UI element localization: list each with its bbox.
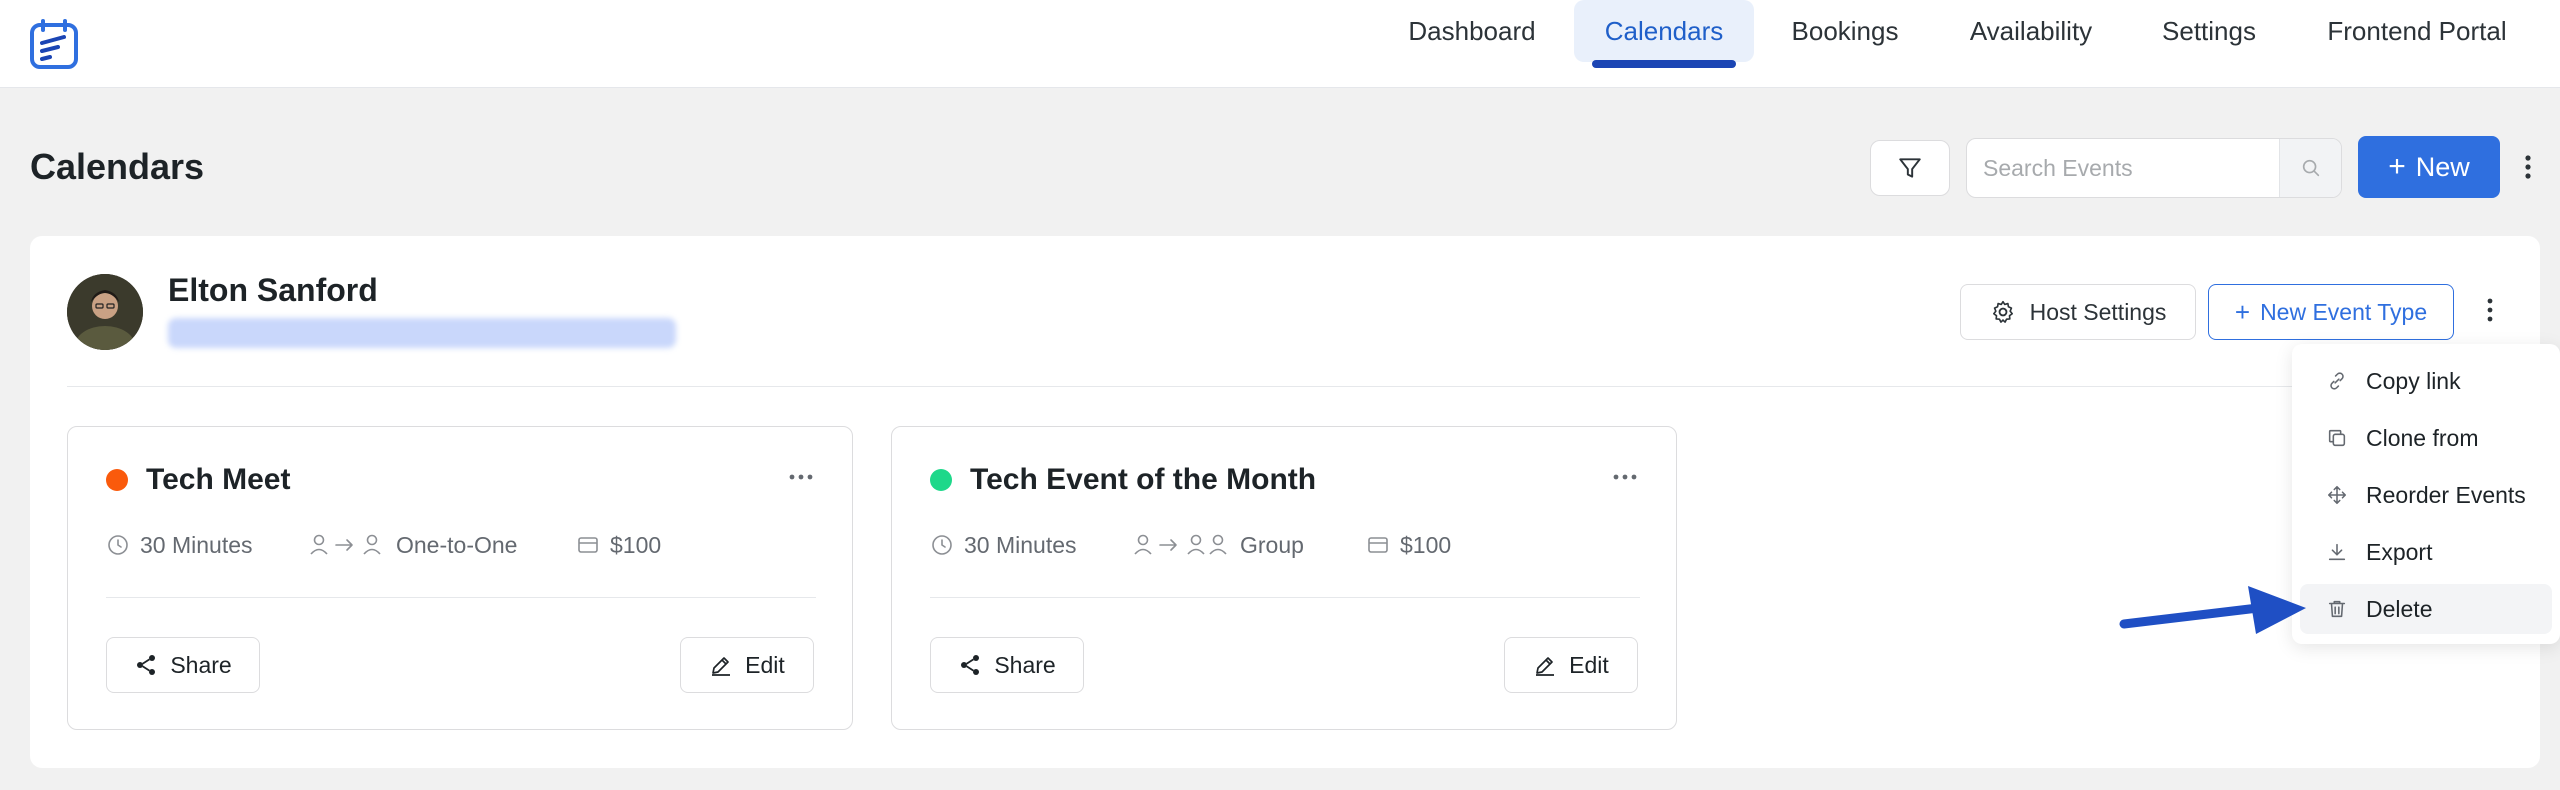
filter-icon (1899, 158, 1921, 178)
nav-item-label: Availability (1969, 16, 2093, 46)
nav-item-bookings[interactable]: Bookings (1780, 0, 1910, 62)
share-label: Share (994, 651, 1056, 678)
nav-item-frontend-portal[interactable]: Frontend Portal (2314, 0, 2520, 62)
download-icon (2328, 543, 2346, 561)
pencil-icon (712, 657, 731, 676)
search-input[interactable] (1967, 139, 2279, 197)
one-to-one-icon (310, 534, 381, 555)
host-name: Elton Sanford (168, 272, 378, 308)
event-price: $100 (1366, 531, 1451, 559)
top-navigation-bar: Dashboard Calendars Bookings Availabilit… (0, 0, 2560, 88)
menu-item-label: Delete (2366, 595, 2433, 622)
event-status-dot (106, 469, 128, 491)
edit-label: Edit (745, 651, 785, 678)
menu-item-label: Copy link (2366, 367, 2461, 394)
search-icon (2302, 159, 2319, 177)
event-card[interactable]: Tech Event of the Month 30 Minutes Group… (891, 426, 1677, 730)
event-status-dot (930, 469, 952, 491)
edit-button[interactable]: Edit (680, 637, 814, 693)
nav-item-label: Calendars (1604, 16, 1724, 46)
plus-icon: + (2234, 297, 2251, 327)
event-type-text: Group (1240, 531, 1304, 558)
nav-item-label: Frontend Portal (2327, 16, 2507, 46)
new-event-type-label: New Event Type (2260, 298, 2428, 325)
event-duration: 30 Minutes (930, 531, 1077, 559)
event-title: Tech Event of the Month (970, 463, 1317, 496)
move-icon (2327, 485, 2347, 505)
avatar (67, 274, 143, 350)
clock-icon (932, 535, 952, 555)
pencil-icon (1536, 657, 1555, 676)
search-box (1966, 138, 2342, 198)
new-event-type-button[interactable]: + New Event Type (2208, 284, 2454, 340)
share-button[interactable]: Share (106, 637, 260, 693)
nav-item-label: Bookings (1791, 16, 1899, 46)
plus-icon: + (2388, 150, 2406, 183)
page-more-options-icon[interactable] (2520, 152, 2536, 182)
event-duration: 30 Minutes (106, 531, 253, 559)
event-card[interactable]: Tech Meet 30 Minutes One-to-One $100 Sha… (67, 426, 853, 730)
clone-icon (2328, 429, 2346, 447)
duration-text: 30 Minutes (964, 531, 1077, 558)
host-settings-label: Host Settings (2029, 298, 2167, 325)
link-icon (2330, 372, 2344, 390)
nav-item-dashboard[interactable]: Dashboard (1394, 0, 1550, 62)
host-settings-button[interactable]: Host Settings (1960, 284, 2196, 340)
gear-icon (1992, 300, 2013, 323)
app-logo-icon[interactable] (28, 18, 80, 70)
menu-item-clone-from[interactable]: Clone from (2300, 413, 2552, 463)
price-text: $100 (1400, 531, 1452, 558)
nav-item-calendars[interactable]: Calendars (1574, 0, 1754, 68)
divider (106, 597, 816, 598)
ellipsis-icon[interactable] (786, 467, 816, 487)
clock-icon (108, 535, 128, 555)
edit-label: Edit (1569, 651, 1609, 678)
host-email-redacted (168, 318, 676, 348)
nav-item-label: Settings (2162, 16, 2256, 46)
duration-text: 30 Minutes (140, 531, 253, 558)
menu-item-export[interactable]: Export (2300, 527, 2552, 577)
ellipsis-icon[interactable] (1610, 467, 1640, 487)
event-type-text: One-to-One (396, 531, 518, 558)
nav-item-availability[interactable]: Availability (1958, 0, 2104, 62)
filter-button[interactable] (1870, 140, 1950, 196)
event-type: Group (1132, 531, 1304, 559)
credit-card-icon (578, 537, 598, 553)
new-button-label: New (2415, 151, 2470, 182)
search-button[interactable] (2279, 139, 2341, 197)
active-tab-indicator (1592, 60, 1736, 68)
menu-item-label: Export (2366, 538, 2433, 565)
share-label: Share (170, 651, 232, 678)
divider (930, 597, 1640, 598)
credit-card-icon (1368, 537, 1388, 553)
host-more-options-icon[interactable] (2482, 296, 2498, 324)
event-title: Tech Meet (146, 463, 291, 496)
annotation-arrow-icon (2119, 586, 2306, 634)
menu-item-label: Reorder Events (2366, 481, 2526, 508)
menu-item-delete[interactable]: Delete (2300, 584, 2552, 634)
trash-icon (2328, 600, 2346, 618)
host-options-dropdown: Copy link Clone from Reorder Events Expo… (2292, 344, 2560, 644)
price-text: $100 (610, 531, 662, 558)
menu-item-label: Clone from (2366, 424, 2479, 451)
group-icon (1134, 534, 1227, 555)
divider (67, 386, 2467, 387)
event-price: $100 (576, 531, 661, 559)
share-icon (137, 655, 156, 675)
nav-item-label: Dashboard (1408, 16, 1536, 46)
event-type: One-to-One (308, 531, 517, 559)
nav-item-settings[interactable]: Settings (2150, 0, 2268, 62)
page-title: Calendars (30, 146, 205, 187)
new-button[interactable]: + New (2358, 136, 2500, 198)
edit-button[interactable]: Edit (1504, 637, 1638, 693)
menu-item-reorder-events[interactable]: Reorder Events (2300, 470, 2552, 520)
share-icon (961, 655, 980, 675)
share-button[interactable]: Share (930, 637, 1084, 693)
menu-item-copy-link[interactable]: Copy link (2300, 356, 2552, 406)
